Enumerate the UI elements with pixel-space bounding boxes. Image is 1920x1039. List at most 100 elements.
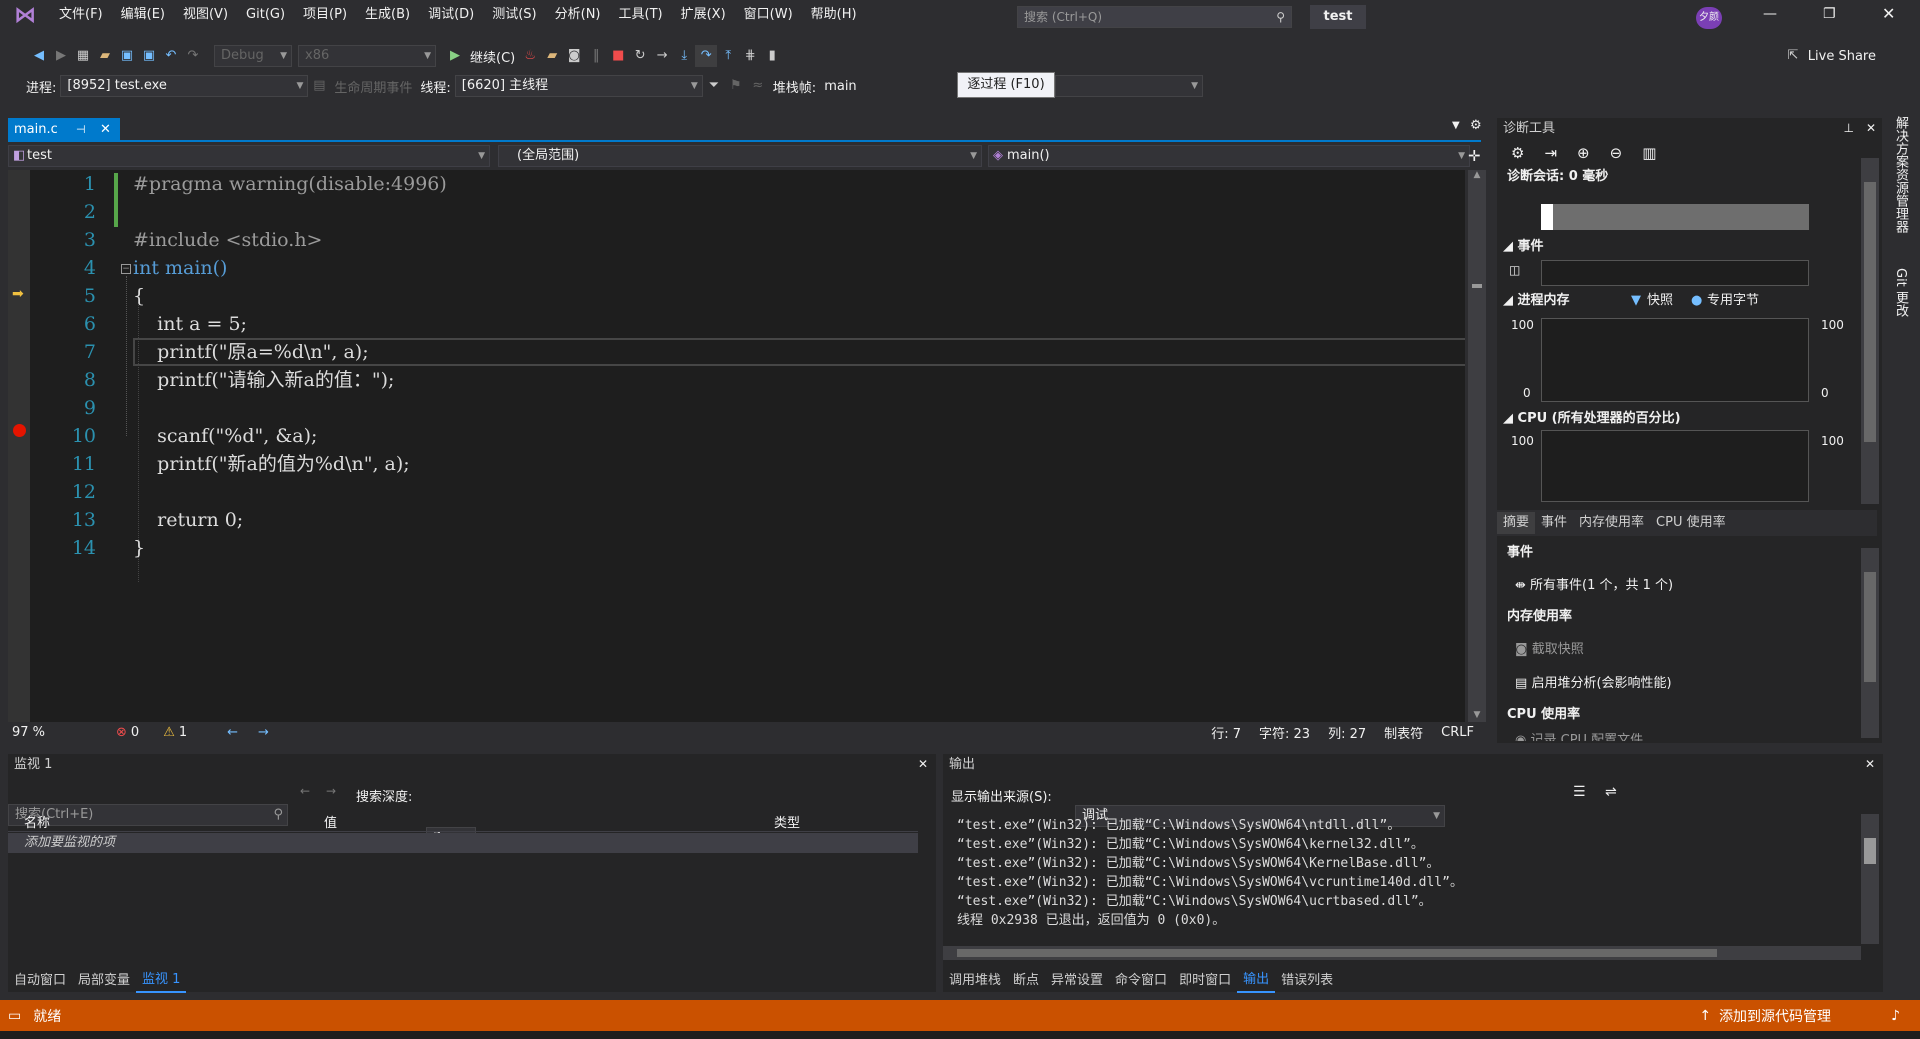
scroll-down-icon[interactable]: ▼ [1468, 710, 1486, 720]
menu-tools[interactable]: 工具(T) [610, 0, 672, 30]
tab-cpu-usage[interactable]: CPU 使用率 [1650, 512, 1732, 534]
tab-autos[interactable]: 自动窗口 [8, 970, 72, 992]
filter-icon[interactable]: ⏷ [703, 75, 725, 97]
save-icon[interactable]: ▣ [116, 45, 138, 67]
new-item-icon[interactable]: ▦ [72, 45, 94, 67]
config-dropdown[interactable]: Debug ▼ [214, 45, 292, 67]
warning-icon[interactable]: ⚠ [163, 725, 175, 740]
process-dropdown[interactable]: [8952] test.exe ▼ [60, 75, 309, 97]
menu-view[interactable]: 视图(V) [174, 0, 237, 30]
settings-icon[interactable]: ⚙ [1511, 144, 1524, 162]
forward-icon[interactable]: ▶ [50, 45, 72, 67]
heap-profile-button[interactable]: ▤ 启用堆分析(会影响性能) [1515, 672, 1672, 691]
notification-icon[interactable]: ♪ [1891, 1008, 1900, 1024]
step-over-icon[interactable]: ↷ [695, 45, 718, 67]
take-snapshot-button[interactable]: ◙ 截取快照 [1515, 638, 1584, 657]
clear-all-icon[interactable]: ☰ [1573, 784, 1586, 800]
tab-watch-1[interactable]: 监视 1 [136, 969, 187, 993]
git-changes-tab[interactable]: Git 更改 [1892, 268, 1908, 317]
memory-graph[interactable] [1541, 318, 1809, 402]
restart-icon[interactable]: ↻ [629, 45, 651, 67]
tab-output[interactable]: 输出 [1237, 969, 1276, 993]
diag-scrollbar[interactable] [1861, 158, 1879, 504]
line-indicator[interactable]: 行: 7 [1211, 723, 1241, 742]
tab-overflow-icon[interactable]: ▼ [1452, 120, 1460, 131]
bookmark-icon[interactable]: ▮ [761, 45, 783, 67]
pane-pin-icon[interactable]: ⊥ [1844, 121, 1854, 135]
output-hscroll[interactable] [943, 946, 1861, 960]
function-dropdown[interactable]: ◈ main() ▼ [988, 145, 1470, 167]
menu-analyze[interactable]: 分析(N) [546, 0, 610, 30]
step-out-icon[interactable]: ⤒ [717, 45, 739, 67]
continue-icon[interactable]: ▶ [444, 45, 466, 67]
error-icon[interactable]: ⊗ [116, 725, 127, 740]
code-editor[interactable]: ➡ − 1 #pragma warning(disable:4996) 2 3 #i… [8, 170, 1465, 722]
watch-close-icon[interactable]: ✕ [918, 757, 928, 771]
pause-icon[interactable]: ‖ [585, 45, 607, 67]
minimize-button[interactable]: — [1763, 6, 1783, 22]
events-header[interactable]: ◢ 事件 [1497, 236, 1544, 258]
cpu-header[interactable]: ◢ CPU (所有处理器的百分比) [1497, 408, 1681, 430]
thread-dropdown[interactable]: [6620] 主线程 ▼ [454, 75, 703, 97]
undo-icon[interactable]: ↶ [160, 45, 182, 67]
tab-command-window[interactable]: 命令窗口 [1109, 970, 1173, 992]
hot-reload-icon[interactable]: ♨ [519, 45, 541, 67]
flatten-threads-icon[interactable]: ≈ [747, 75, 769, 97]
add-watch-item[interactable]: 添加要监视的项 [8, 833, 918, 853]
output-close-icon[interactable]: ✕ [1865, 757, 1875, 771]
menu-extensions[interactable]: 扩展(X) [672, 0, 735, 30]
continue-button[interactable]: 继续(C) [466, 47, 519, 66]
show-next-statement-icon[interactable]: → [651, 45, 673, 67]
eol-indicator[interactable]: CRLF [1441, 725, 1474, 740]
tab-events[interactable]: 事件 [1535, 512, 1573, 534]
close-window-button[interactable]: ✕ [1882, 4, 1902, 23]
record-cpu-button[interactable]: ◉ 记录 CPU 配置文件 [1515, 729, 1643, 741]
solution-explorer-tab[interactable]: 解决方案资源管理器 [1892, 116, 1908, 233]
flag-icon[interactable]: ⚑ [725, 75, 747, 97]
redo-icon[interactable]: ↷ [182, 45, 204, 67]
col-type[interactable]: 类型 [768, 812, 800, 831]
reset-view-icon[interactable]: ▥ [1642, 144, 1656, 162]
col-indicator[interactable]: 列: 27 [1328, 723, 1366, 742]
step-into-icon[interactable]: ⤓ [673, 45, 695, 67]
summary-scrollbar[interactable] [1861, 548, 1879, 738]
maximize-button[interactable]: ❐ [1823, 6, 1843, 22]
menu-help[interactable]: 帮助(H) [802, 0, 866, 30]
tab-main-c[interactable]: main.c ⊣ ✕ [8, 118, 120, 142]
zoom-out-icon[interactable]: ⊖ [1610, 144, 1623, 162]
tab-error-list[interactable]: 错误列表 [1275, 970, 1339, 992]
char-indicator[interactable]: 字符: 23 [1259, 723, 1310, 742]
process-memory-header[interactable]: ◢ 进程内存 ▼ 快照 ● 专用字节 [1497, 290, 1882, 312]
next-issue-icon[interactable]: → [258, 725, 269, 740]
events-track[interactable] [1541, 260, 1809, 286]
pin-icon[interactable]: ⊣ [76, 118, 86, 142]
zoom-level[interactable]: 97 % [8, 725, 80, 740]
tab-locals[interactable]: 局部变量 [72, 970, 136, 992]
stackframe-dropdown[interactable]: ▼ [1055, 75, 1203, 97]
tab-immediate[interactable]: 即时窗口 [1173, 970, 1237, 992]
output-vscroll[interactable] [1861, 814, 1879, 944]
tab-summary[interactable]: 摘要 [1497, 512, 1536, 534]
screenshot-icon[interactable]: ◙ [563, 45, 585, 67]
prev-issue-icon[interactable]: ← [227, 725, 238, 740]
add-source-control[interactable]: 添加到源代码管理 [1719, 1006, 1831, 1026]
menu-edit[interactable]: 编辑(E) [112, 0, 174, 30]
cpu-graph[interactable] [1541, 430, 1809, 502]
avatar[interactable]: 夕颜 [1696, 7, 1722, 29]
tab-breakpoints[interactable]: 断点 [1007, 970, 1045, 992]
search-box[interactable]: 搜索 (Ctrl+Q) ⚲ [1017, 6, 1292, 28]
timeline-ruler[interactable] [1541, 204, 1809, 230]
menu-test[interactable]: 测试(S) [483, 0, 545, 30]
tab-call-stack[interactable]: 调用堆栈 [943, 970, 1007, 992]
word-wrap-icon[interactable]: ⇌ [1605, 784, 1617, 800]
output-text[interactable]: “test.exe”(Win32): 已加载“C:\Windows\SysWOW… [957, 816, 1847, 944]
save-all-icon[interactable]: ▣ [138, 45, 160, 67]
scope-dropdown[interactable]: (全局范围) ▼ [498, 145, 982, 167]
menu-window[interactable]: 窗口(W) [735, 0, 802, 30]
settings-gear-icon[interactable]: ⚙ [1470, 118, 1482, 133]
forward-icon[interactable]: → [326, 784, 336, 798]
tab-indicator[interactable]: 制表符 [1384, 723, 1423, 742]
back-icon[interactable]: ◀ [28, 45, 50, 67]
pane-close-icon[interactable]: ✕ [1866, 121, 1876, 135]
menu-debug[interactable]: 调试(D) [419, 0, 483, 30]
